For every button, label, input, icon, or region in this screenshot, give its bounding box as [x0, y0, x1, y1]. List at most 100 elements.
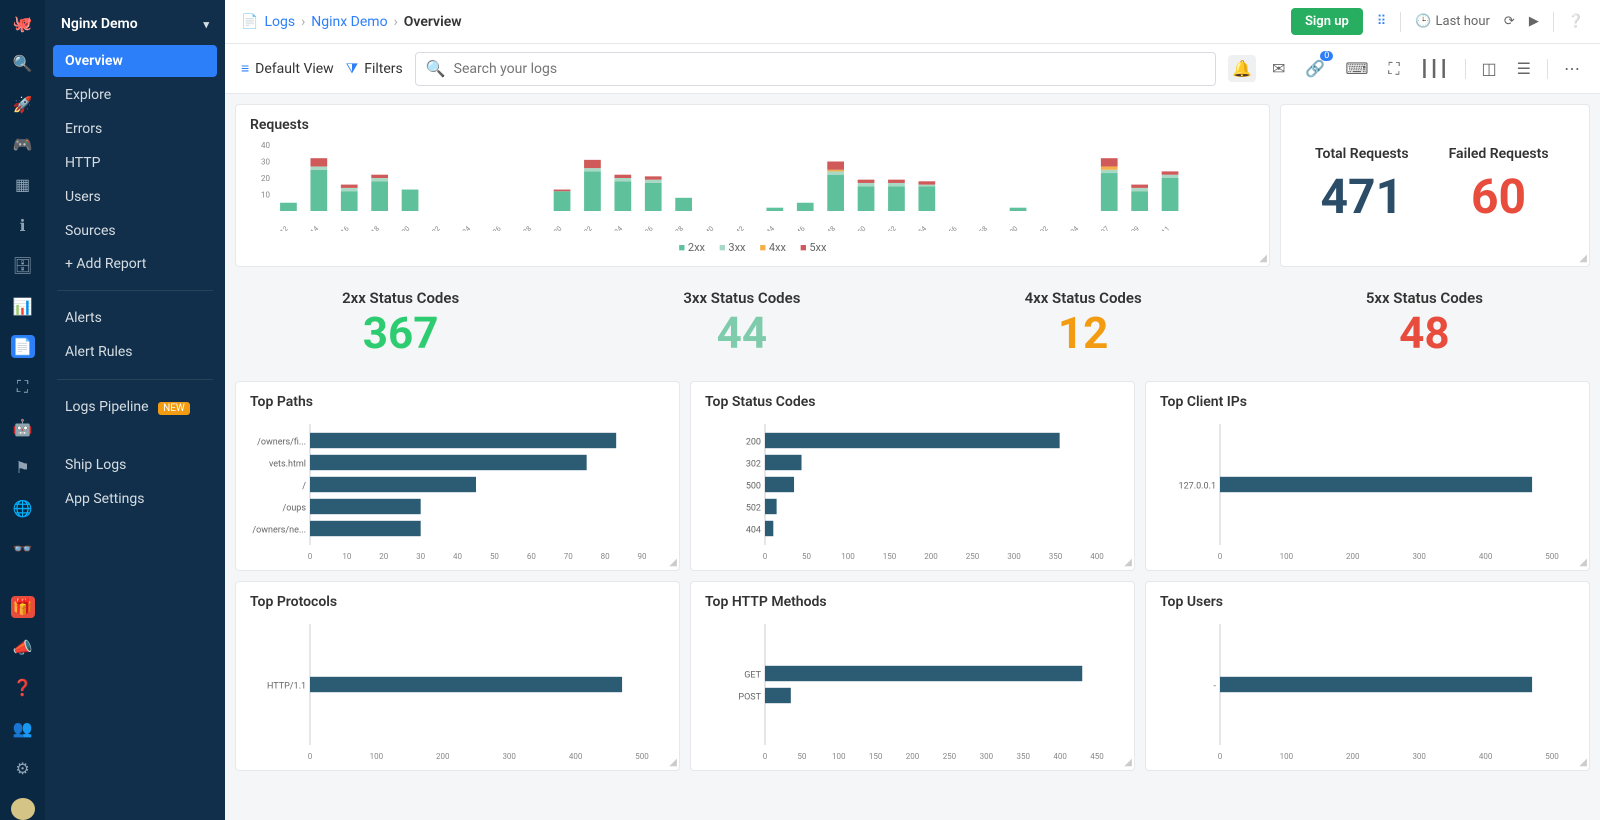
info-icon[interactable]: ℹ [11, 214, 35, 236]
svg-text:400: 400 [1090, 552, 1104, 561]
svg-text:40: 40 [261, 141, 270, 150]
status-label: 2xx Status Codes [249, 289, 552, 307]
default-view-dropdown[interactable]: ≡ Default View [241, 60, 334, 77]
resize-handle-icon[interactable]: ◢ [1579, 557, 1587, 568]
svg-text:400: 400 [1053, 752, 1067, 761]
legend: 2xx 3xx 4xx 5xx [250, 241, 1255, 254]
sidebar-item-http[interactable]: HTTP [53, 147, 217, 179]
breadcrumb-nginx[interactable]: Nginx Demo [311, 14, 387, 30]
flag-icon[interactable]: ⚑ [11, 456, 35, 478]
panel-title: Top Protocols [250, 594, 665, 610]
stack-icon[interactable]: 👓 [11, 537, 35, 559]
search-box[interactable]: 🔍 [415, 52, 1216, 86]
svg-text:300: 300 [980, 752, 994, 761]
svg-text:502: 502 [746, 503, 761, 513]
top-client-ips-chart: 127.0.0.10100200300400500 [1160, 418, 1560, 563]
sidebar-item-ship-logs[interactable]: Ship Logs [53, 449, 217, 481]
svg-text:05:12: 05:12 [272, 225, 290, 231]
help-icon[interactable]: ❓ [11, 677, 35, 699]
add-report-button[interactable]: Add Report [53, 248, 217, 280]
svg-text:05:20: 05:20 [393, 225, 411, 231]
sidebar-item-alert-rules[interactable]: Alert Rules [53, 336, 217, 368]
svg-text:05:36: 05:36 [637, 225, 655, 231]
top-status-codes-panel: Top Status Codes 20030250050240405010015… [690, 381, 1135, 571]
status-4xx: 4xx Status Codes 12 [918, 277, 1249, 371]
sidebar-item-explore[interactable]: Explore [53, 79, 217, 111]
svg-text:05:56: 05:56 [941, 225, 959, 231]
resize-handle-icon[interactable]: ◢ [1579, 253, 1587, 264]
link-icon[interactable]: 🔗0 [1301, 55, 1329, 82]
octopus-icon[interactable]: 🎮 [11, 133, 35, 155]
globe-icon[interactable]: 🌐 [11, 497, 35, 519]
resize-handle-icon[interactable]: ◢ [1124, 757, 1132, 768]
search-input[interactable] [454, 61, 1205, 77]
svg-text:POST: POST [738, 692, 761, 702]
toolbar: ≡ Default View ⧩ Filters 🔍 🔔 ✉ 🔗0 ⌨ ⛶ ┃┃… [225, 44, 1600, 94]
filters-button[interactable]: ⧩ Filters [346, 61, 403, 77]
time-range-picker[interactable]: 🕒 Last hour [1415, 14, 1490, 29]
list-view-icon[interactable]: ☰ [1513, 55, 1535, 82]
robot-icon[interactable]: 🤖 [11, 416, 35, 438]
svg-text:10: 10 [261, 191, 270, 200]
sidebar-item-logs-pipeline[interactable]: Logs Pipeline NEW [53, 391, 217, 423]
sidebar-item-sources[interactable]: Sources [53, 215, 217, 247]
svg-text:0: 0 [308, 552, 313, 561]
resize-handle-icon[interactable]: ◢ [669, 557, 677, 568]
sidebar-item-app-settings[interactable]: App Settings [53, 483, 217, 515]
chart-icon[interactable]: 📊 [11, 295, 35, 317]
logs-pipeline-label: Logs Pipeline [65, 399, 149, 415]
mail-icon[interactable]: ✉ [1268, 55, 1289, 82]
grid-icon[interactable]: ▦ [11, 174, 35, 196]
gear-icon[interactable]: ⚙ [11, 757, 35, 779]
svg-text:vets.html: vets.html [269, 459, 306, 469]
bell-icon[interactable]: 🔔 [1228, 55, 1256, 82]
svg-text:05:58: 05:58 [971, 225, 989, 231]
play-icon[interactable]: ▶ [1529, 14, 1539, 29]
resize-handle-icon[interactable]: ◢ [1124, 557, 1132, 568]
resize-handle-icon[interactable]: ◢ [1259, 253, 1267, 264]
svg-text:0: 0 [308, 752, 313, 761]
svg-text:06:00: 06:00 [1001, 225, 1019, 231]
megaphone-icon[interactable]: 📣 [11, 636, 35, 658]
svg-text:0: 0 [1218, 752, 1223, 761]
sidebar-header[interactable]: Nginx Demo ▾ [53, 12, 217, 44]
resize-handle-icon[interactable]: ◢ [1579, 757, 1587, 768]
resize-handle-icon[interactable]: ◢ [669, 757, 677, 768]
fullscreen-icon[interactable]: ⛶ [1384, 55, 1403, 83]
top-protocols-panel: Top Protocols HTTP/1.10100200300400500 ◢ [235, 581, 680, 771]
archive-icon[interactable]: 🗄 [11, 254, 35, 276]
focus-icon[interactable]: ⛶ [11, 376, 35, 398]
sidebar-item-users[interactable]: Users [53, 181, 217, 213]
split-view-icon[interactable]: ◫ [1478, 55, 1501, 82]
svg-text:06:04: 06:04 [1062, 225, 1080, 231]
svg-text:400: 400 [569, 752, 583, 761]
chevron-right-icon: › [301, 14, 305, 30]
rocket-icon[interactable]: 🚀 [11, 93, 35, 115]
gift-icon[interactable]: 🎁 [11, 596, 35, 618]
svg-text:06:07: 06:07 [1093, 225, 1111, 231]
search-icon[interactable]: 🔍 [11, 52, 35, 74]
svg-text:200: 200 [1346, 752, 1360, 761]
svg-text:127.0.0.1: 127.0.0.1 [1179, 481, 1216, 491]
svg-text:100: 100 [1280, 552, 1294, 561]
help-icon[interactable]: ❔ [1568, 14, 1584, 29]
file-icon[interactable]: 📄 [11, 335, 35, 357]
avatar-icon[interactable] [11, 798, 35, 820]
svg-text:250: 250 [943, 752, 957, 761]
bars-icon[interactable]: ┃┃┃ [1416, 55, 1453, 82]
requests-chart: 1020304005:1205:1405:1605:1805:2005:2205… [250, 141, 1190, 231]
octopus-logo-icon[interactable]: 🐙 [11, 12, 35, 34]
sidebar-item-alerts[interactable]: Alerts [53, 302, 217, 334]
refresh-icon[interactable]: ⟳ [1504, 14, 1515, 29]
breadcrumb-current: Overview [404, 14, 462, 30]
sidebar-item-errors[interactable]: Errors [53, 113, 217, 145]
sidebar-item-overview[interactable]: Overview [53, 45, 217, 77]
top-http-methods-chart: GETPOST050100150200250300350400450 [705, 618, 1105, 763]
team-icon[interactable]: 👥 [11, 717, 35, 739]
app-name: Nginx Demo [61, 16, 138, 32]
more-icon[interactable]: ⋯ [1560, 55, 1584, 82]
signup-button[interactable]: Sign up [1291, 8, 1363, 35]
terminal-icon[interactable]: ⌨ [1341, 55, 1372, 82]
dashboard-grid-icon[interactable]: ⠿ [1377, 14, 1387, 29]
breadcrumb-logs[interactable]: Logs [264, 14, 295, 30]
